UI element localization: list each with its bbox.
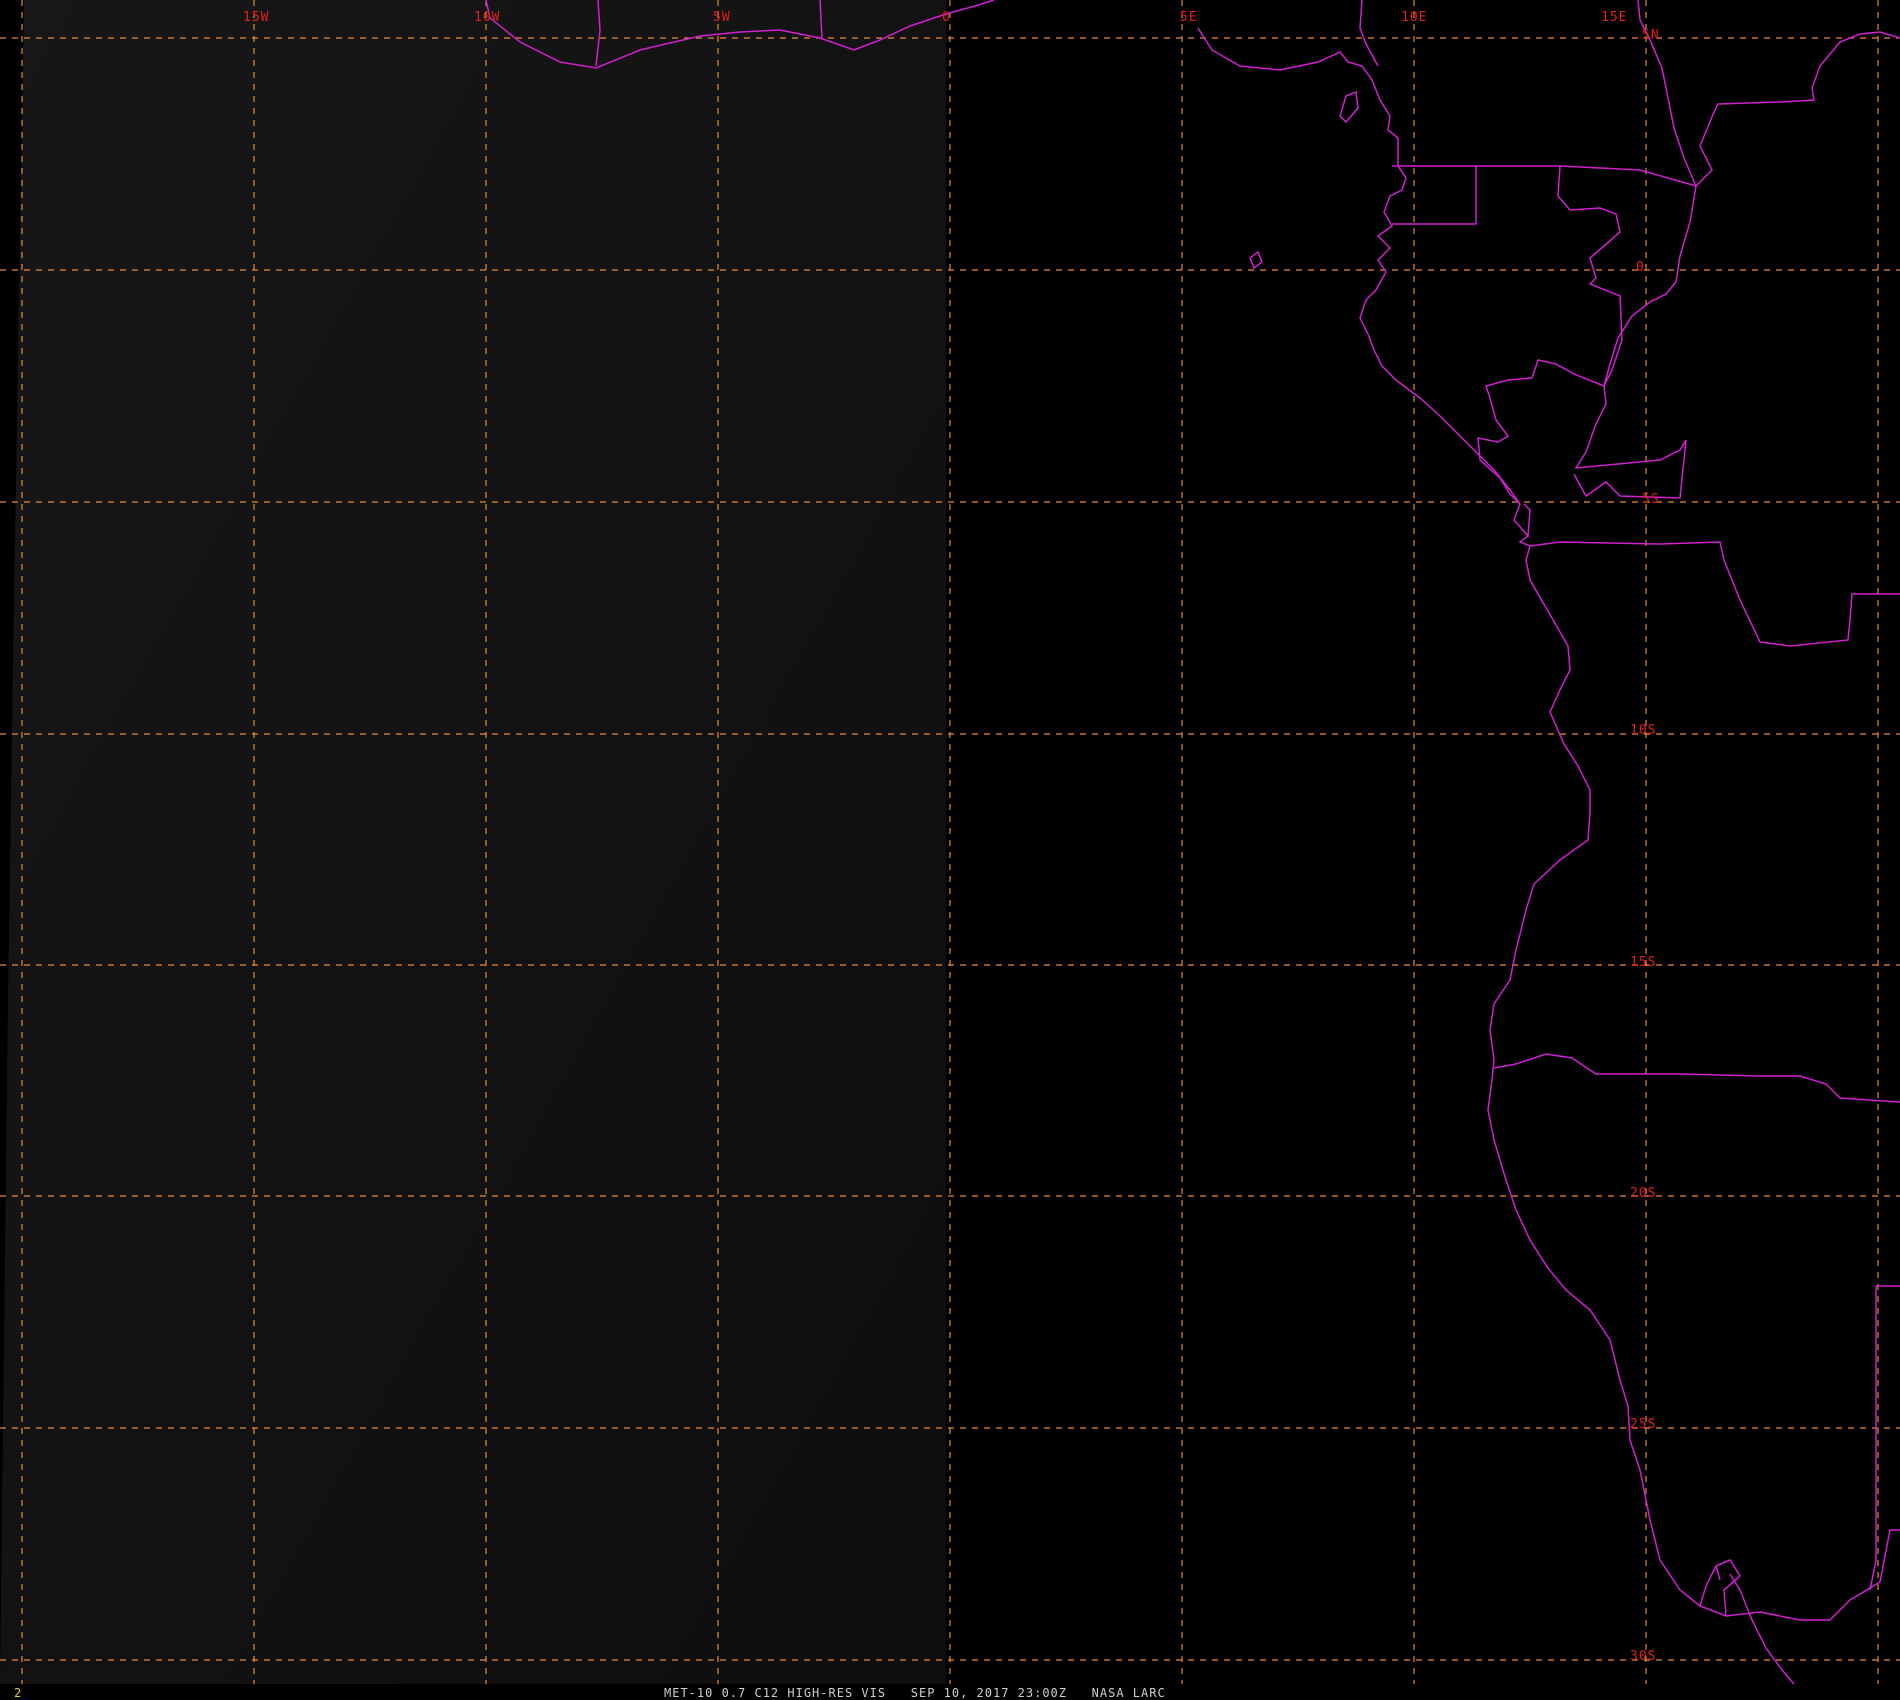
lat-label-5n: 5N <box>1642 28 1660 43</box>
satellite-map <box>0 0 1900 1700</box>
lat-label-10s: 10S <box>1630 723 1657 738</box>
lon-label-10w: 10W <box>474 10 501 25</box>
lon-label-5w: 5W <box>713 10 731 25</box>
lat-label-15s: 15S <box>1630 955 1657 970</box>
satellite-image-viewer: 15W 10W 5W 0 5E 10E 15E 5N 0 5S 10S 15S … <box>0 0 1900 1700</box>
lon-label-5e: 5E <box>1180 10 1198 25</box>
lon-label-10e: 10E <box>1401 10 1428 25</box>
lat-label-30s: 30S <box>1630 1649 1657 1664</box>
lat-label-20s: 20S <box>1630 1186 1657 1201</box>
lon-label-15e: 15E <box>1601 10 1628 25</box>
lat-label-5s: 5S <box>1642 492 1660 507</box>
frame-number: 2 <box>14 1686 22 1700</box>
lon-label-15w: 15W <box>243 10 270 25</box>
lat-label-25s: 25S <box>1630 1417 1657 1432</box>
daylight-region <box>0 0 946 1684</box>
lon-label-0: 0 <box>942 10 951 25</box>
image-caption: MET-10 0.7 C12 HIGH-RES VIS SEP 10, 2017… <box>664 1686 1166 1700</box>
lat-label-0: 0 <box>1636 260 1645 275</box>
